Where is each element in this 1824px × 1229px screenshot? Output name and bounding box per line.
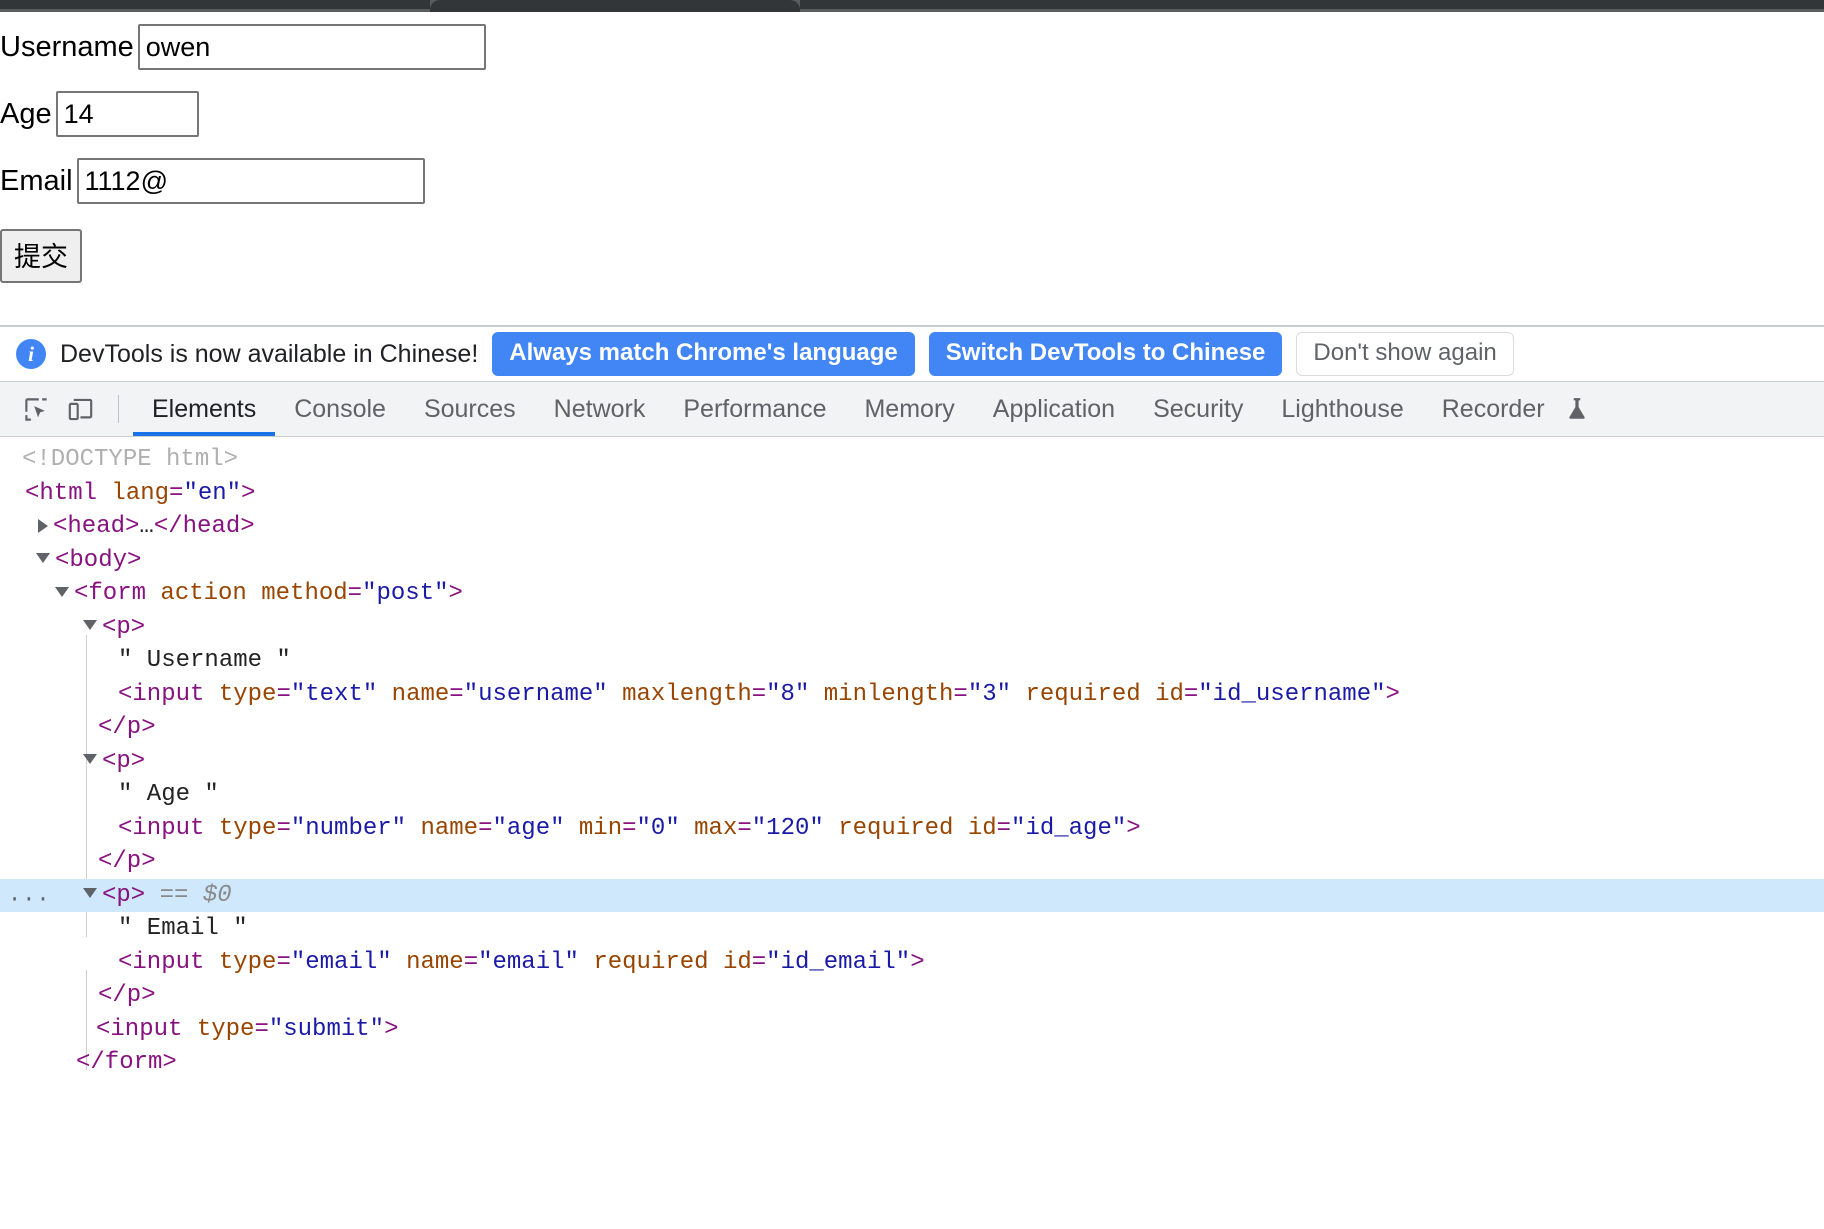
dom-row-input-username[interactable]: <input type="text" name="username" maxle… <box>0 678 1824 712</box>
tab-application[interactable]: Application <box>974 382 1134 436</box>
browser-chrome-strip <box>0 0 1824 12</box>
tab-memory-label: Memory <box>864 394 955 423</box>
dom-row-p-username[interactable]: <p> <box>0 611 1824 645</box>
tab-lighthouse-label: Lighthouse <box>1281 394 1404 423</box>
username-input[interactable] <box>137 24 486 70</box>
device-toolbar-button[interactable] <box>58 382 102 436</box>
chevron-down-icon[interactable] <box>55 586 69 597</box>
email-label: Email <box>0 164 73 197</box>
dom-row-head[interactable]: <head>…</head> <box>0 510 1824 544</box>
username-label: Username <box>0 30 134 63</box>
doctype-text: <!DOCTYPE html> <box>22 446 239 473</box>
dom-row-doctype[interactable]: <!DOCTYPE html> <box>0 443 1824 477</box>
flask-icon <box>1568 398 1585 419</box>
tab-recorder[interactable]: Recorder <box>1423 382 1564 436</box>
dom-row-p-email-close[interactable]: </p> <box>0 979 1824 1013</box>
dom-row-p-email-selected[interactable]: ... <p> == $0 <box>0 878 1824 913</box>
dom-row-input-email[interactable]: <input type="email" name="email" require… <box>0 946 1824 980</box>
tab-security[interactable]: Security <box>1134 382 1262 436</box>
age-input[interactable] <box>55 91 199 137</box>
dom-row-text-age[interactable]: " Age " <box>0 778 1824 812</box>
tab-elements-label: Elements <box>152 394 257 423</box>
form-row-email: Email <box>0 158 1824 204</box>
text-node-email: " Email " <box>118 915 248 942</box>
dom-row-p-age[interactable]: <p> <box>0 745 1824 779</box>
info-icon: i <box>16 339 46 369</box>
dom-row-html[interactable]: <html lang="en"> <box>0 477 1824 511</box>
toolbar-divider <box>118 395 119 423</box>
tab-console[interactable]: Console <box>275 382 405 436</box>
form-row-age: Age <box>0 91 1824 137</box>
tab-application-label: Application <box>992 394 1116 423</box>
inspect-element-button[interactable] <box>14 382 58 436</box>
dom-row-body[interactable]: <body> <box>0 544 1824 578</box>
selected-node-marker: == $0 <box>159 881 232 909</box>
dom-row-input-submit[interactable]: <input type="submit"> <box>0 1013 1824 1047</box>
chrome-strip-right <box>800 0 1824 9</box>
devtools-language-notification: i DevTools is now available in Chinese! … <box>0 327 1824 382</box>
tab-security-label: Security <box>1153 394 1244 423</box>
devtools-panel: i DevTools is now available in Chinese! … <box>0 325 1824 1229</box>
age-label: Age <box>0 97 52 130</box>
tab-performance[interactable]: Performance <box>664 382 845 436</box>
dom-row-form-close[interactable]: </form> <box>0 1046 1824 1080</box>
tab-network-label: Network <box>553 394 646 423</box>
tab-recorder-label: Recorder <box>1441 394 1545 423</box>
notification-message: DevTools is now available in Chinese! <box>60 339 479 368</box>
text-node-username: " Username " <box>118 647 291 674</box>
dom-row-text-email[interactable]: " Email " <box>0 912 1824 946</box>
chevron-down-icon[interactable] <box>83 754 97 765</box>
dom-row-p-age-close[interactable]: </p> <box>0 845 1824 879</box>
tab-performance-label: Performance <box>683 394 827 423</box>
browser-tab-shape[interactable] <box>430 0 800 12</box>
chevron-down-icon[interactable] <box>36 553 50 564</box>
chevron-down-icon[interactable] <box>83 888 97 899</box>
tab-sources[interactable]: Sources <box>405 382 535 436</box>
form-row-username: Username <box>0 24 1824 70</box>
form-row-submit: 提交 <box>0 229 1824 283</box>
inspect-element-icon <box>24 397 47 421</box>
always-match-language-button[interactable]: Always match Chrome's language <box>492 332 915 376</box>
tab-sources-label: Sources <box>423 394 516 423</box>
switch-devtools-to-chinese-button[interactable]: Switch DevTools to Chinese <box>928 332 1283 376</box>
email-input[interactable] <box>76 158 425 204</box>
dom-row-input-age[interactable]: <input type="number" name="age" min="0" … <box>0 812 1824 846</box>
chrome-strip-left <box>0 0 430 9</box>
chevron-right-icon[interactable] <box>38 518 48 533</box>
row-options-button[interactable]: ... <box>8 879 51 913</box>
submit-button[interactable]: 提交 <box>0 229 82 283</box>
tab-memory[interactable]: Memory <box>845 382 973 436</box>
dom-row-p-username-close[interactable]: </p> <box>0 711 1824 745</box>
devtools-tab-strip: Elements Console Sources Network Perform… <box>0 382 1824 437</box>
chevron-down-icon[interactable] <box>83 620 97 631</box>
text-node-age: " Age " <box>118 781 219 808</box>
dom-row-form[interactable]: <form action method="post"> <box>0 577 1824 611</box>
tab-console-label: Console <box>294 394 386 423</box>
dom-tree[interactable]: <!DOCTYPE html> <html lang="en"> <head>…… <box>0 437 1824 1229</box>
page-viewport: Username Age Email 提交 <box>0 12 1824 325</box>
dom-row-text-username[interactable]: " Username " <box>0 644 1824 678</box>
tab-lighthouse[interactable]: Lighthouse <box>1262 382 1422 436</box>
dont-show-again-button[interactable]: Don't show again <box>1296 332 1514 376</box>
tab-network[interactable]: Network <box>535 382 665 436</box>
tab-elements[interactable]: Elements <box>133 382 276 436</box>
experiment-flask-button[interactable] <box>1564 382 1594 436</box>
device-toolbar-icon <box>68 398 92 420</box>
